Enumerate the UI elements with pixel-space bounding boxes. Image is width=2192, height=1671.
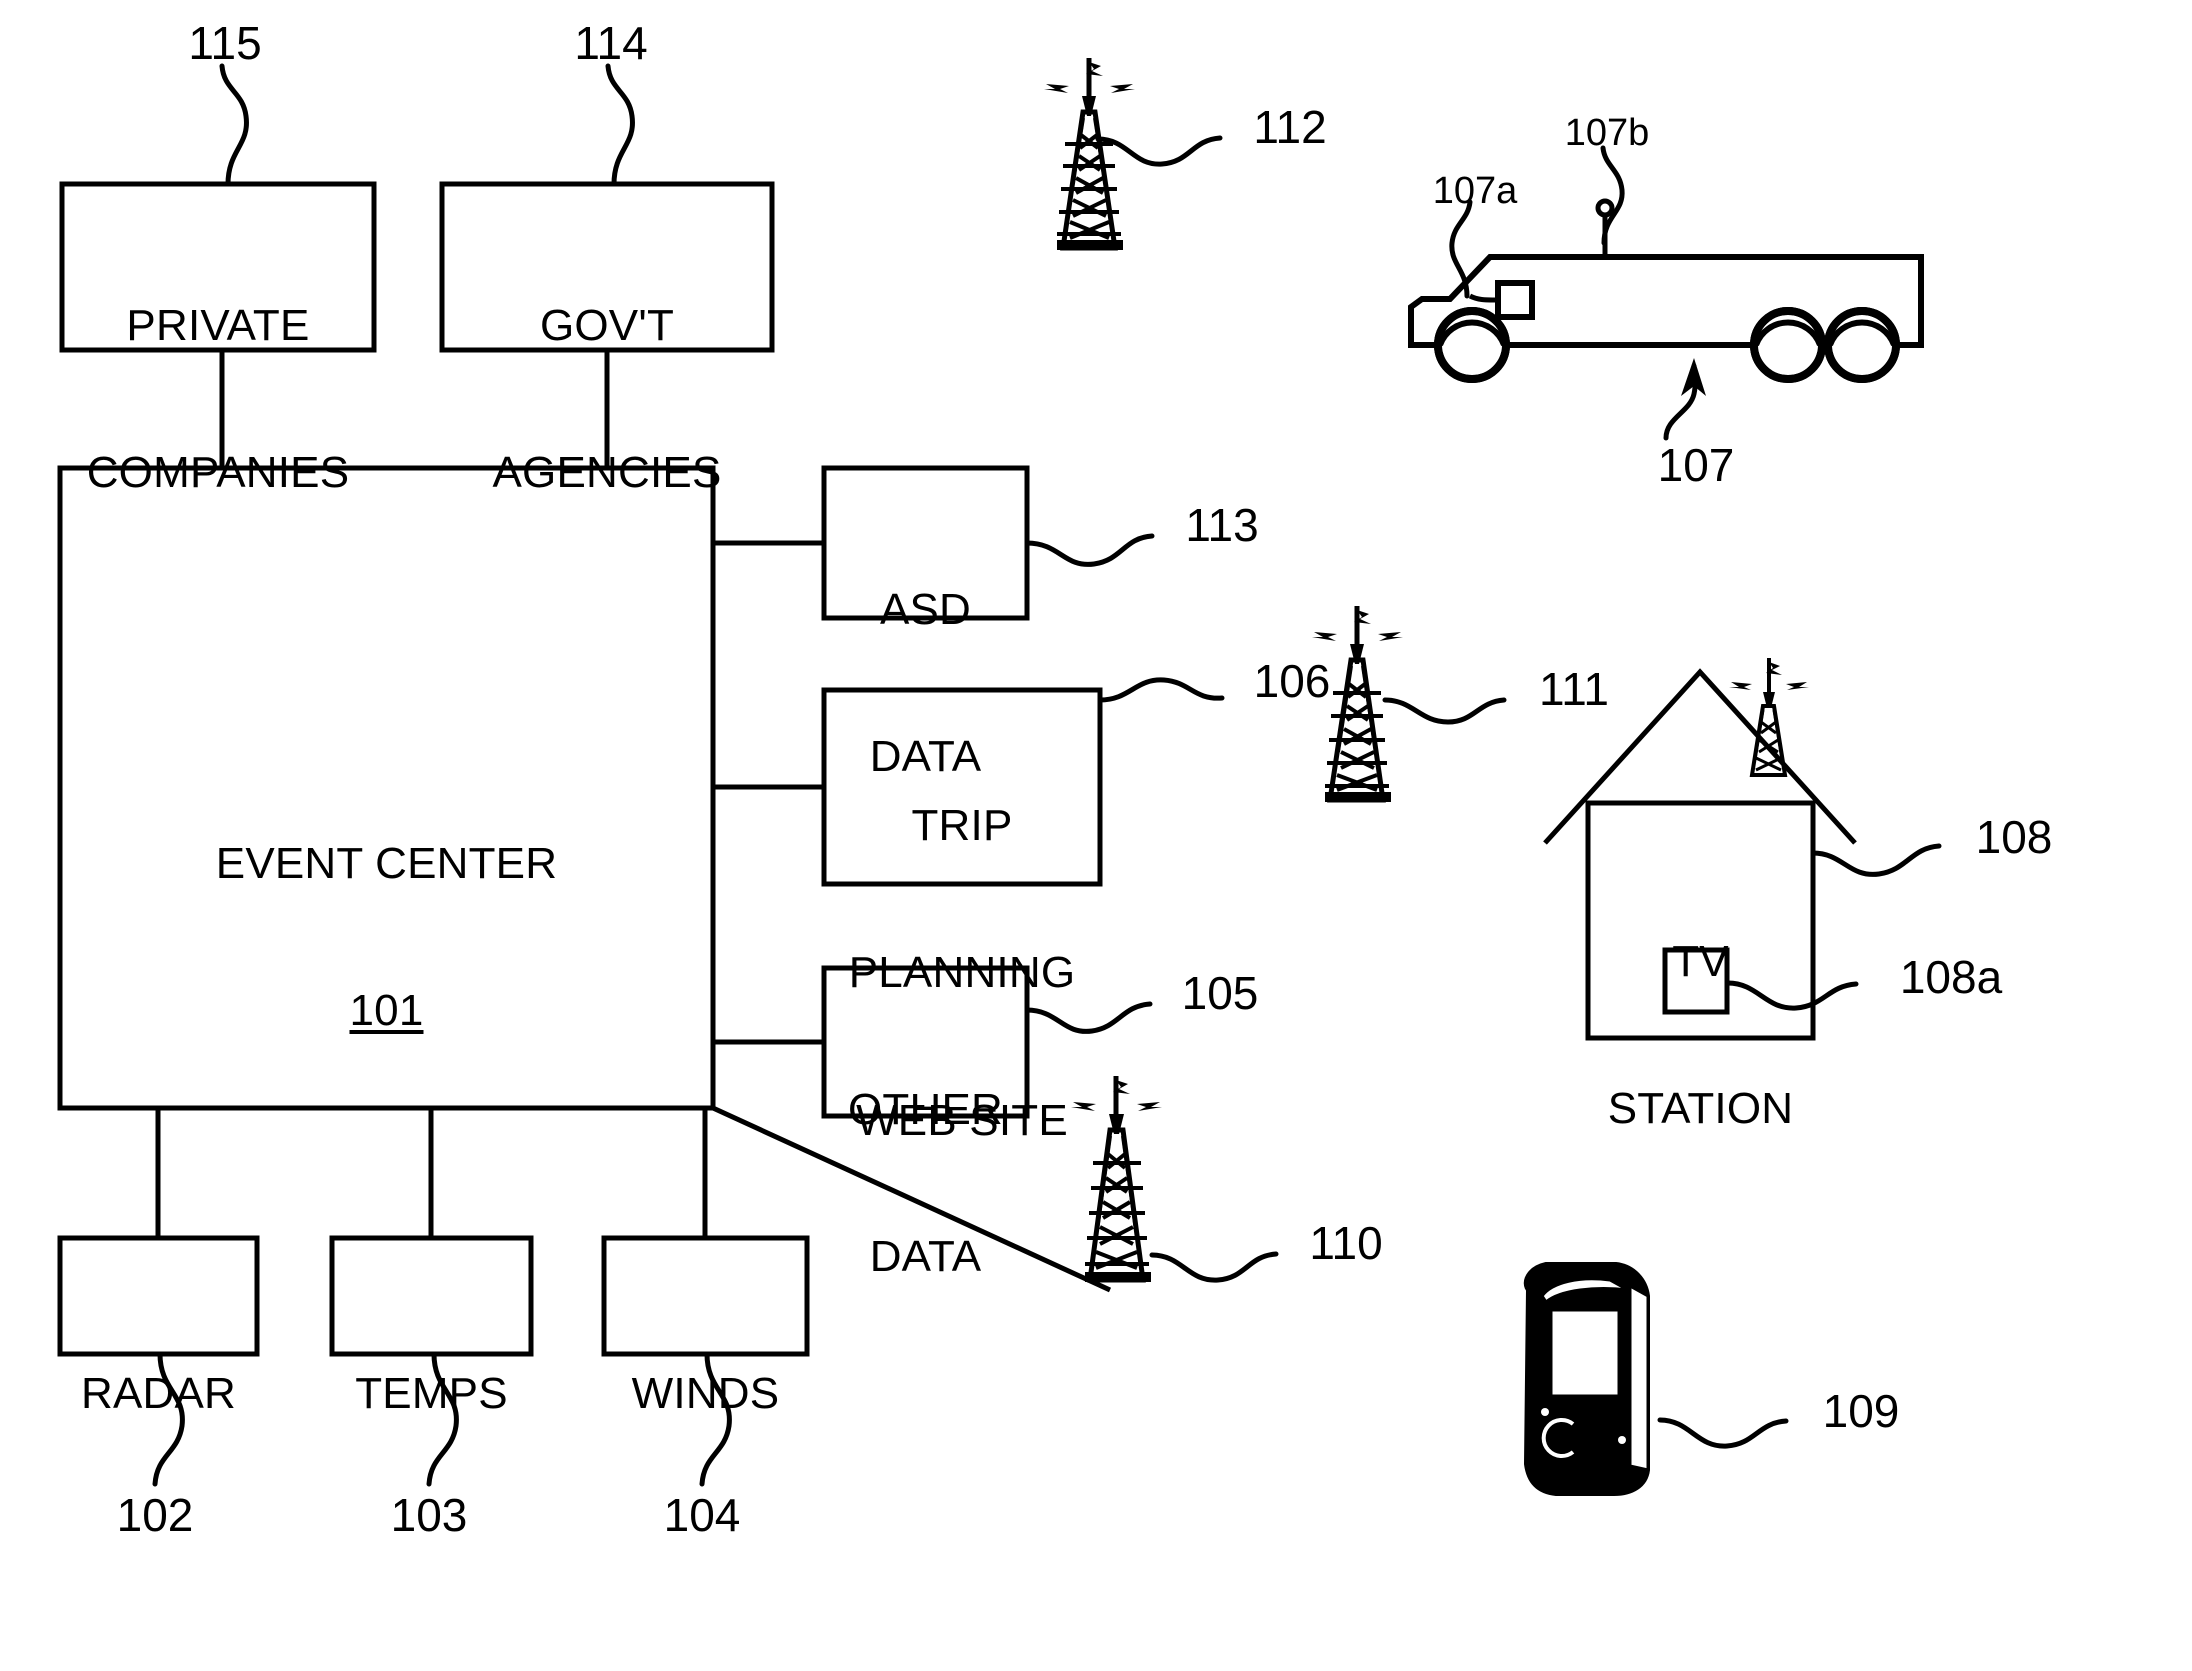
box-asd-data: [821, 465, 1030, 621]
broadcast-tower-110-icon: [1071, 1076, 1162, 1283]
box-temps: [329, 1235, 534, 1357]
leader-107-arrow: [1663, 358, 1706, 441]
truck-dish-icon: [1495, 280, 1535, 320]
broadcast-truck-icon: [1408, 198, 1924, 383]
figure-linework: [57, 58, 1942, 1496]
tv-station-icon: [1543, 668, 1857, 1041]
leader-108a: [1725, 980, 1859, 1011]
handheld-device-icon: [1523, 1262, 1650, 1496]
box-private-companies: [59, 181, 377, 353]
patent-figure: PRIVATE COMPANIES GOV'T AGENCIES EVENT C…: [0, 0, 2192, 1671]
box-trip-planning: [821, 687, 1103, 887]
leader-102: [152, 1351, 185, 1487]
leader-109: [1657, 1417, 1789, 1449]
broadcast-tower-111-icon: [1312, 606, 1403, 803]
leader-110: [1149, 1251, 1279, 1283]
leader-111: [1382, 697, 1507, 725]
leader-103: [426, 1351, 459, 1487]
broadcast-tower-112-icon: [1044, 58, 1135, 251]
connector-center-to-tower-110: [711, 1105, 1112, 1293]
leader-115: [219, 63, 249, 187]
leader-105: [1024, 1001, 1153, 1034]
box-other-data: [821, 965, 1030, 1119]
leader-106: [1097, 677, 1225, 703]
tv-set-icon: [1662, 947, 1730, 1015]
box-event-center: [57, 465, 716, 1111]
leader-104: [699, 1351, 732, 1487]
leader-112: [1095, 135, 1223, 167]
box-winds: [601, 1235, 810, 1357]
box-radar: [57, 1235, 260, 1357]
leader-108: [1810, 843, 1942, 877]
leader-113: [1024, 533, 1155, 567]
leader-114: [605, 63, 635, 187]
box-govt-agencies: [439, 181, 775, 353]
